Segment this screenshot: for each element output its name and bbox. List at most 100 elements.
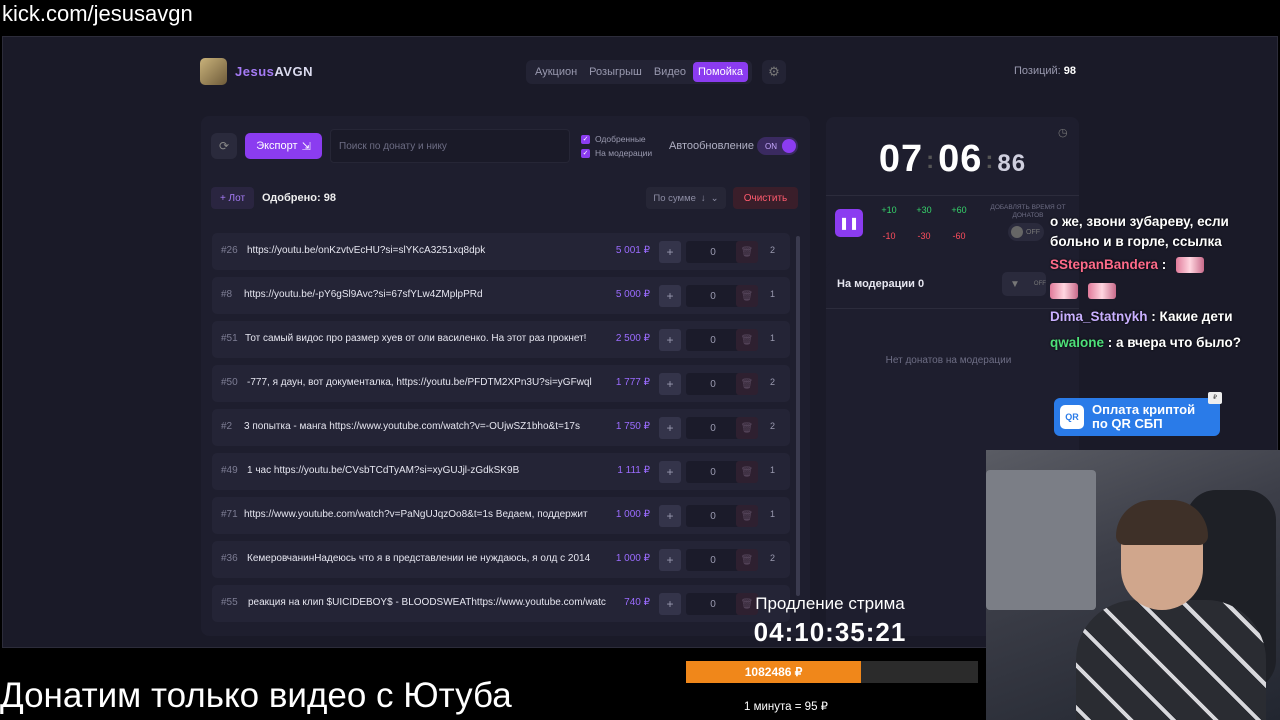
row-text: -777, я даун, вот документалка, https://… [247, 377, 592, 388]
trash-icon[interactable]: 🗑 [736, 241, 758, 263]
nav-trash[interactable]: Помойка [692, 62, 749, 82]
trash-icon[interactable]: 🗑 [736, 329, 758, 351]
quantity-field[interactable]: 0 [686, 329, 740, 351]
table-row[interactable]: #49 1 час https://youtu.be/CVsbTCdTyAM?si… [212, 453, 790, 490]
moderation-title: На модерации 0 [837, 278, 924, 290]
export-button[interactable]: Экспорт ⇲ [245, 133, 322, 159]
trash-icon[interactable]: 🗑 [736, 285, 758, 307]
badge-icon: ₽ [1208, 392, 1222, 404]
add-30-button[interactable]: +30 [911, 205, 937, 215]
row-count: 2 [770, 421, 776, 431]
autoupdate-state: ON [765, 141, 777, 151]
row-text: КемеровчанинНадеюсь что я в представлени… [247, 553, 591, 564]
brand-logo[interactable]: JesusAVGN [235, 64, 313, 79]
row-number: #2 [221, 421, 233, 432]
trash-icon[interactable]: 🗑 [736, 549, 758, 571]
filter-moderation-checkbox[interactable]: ✓ На модерации [581, 148, 652, 158]
table-row[interactable]: #26 https://youtu.be/onKzvtvEcHU?si=slYKc… [212, 233, 790, 270]
add-10-button[interactable]: +10 [876, 205, 902, 215]
prolong-label: Продление стрима [755, 594, 905, 613]
quantity-field[interactable]: 0 [686, 505, 740, 527]
qr-text: Оплата криптой по QR СБП [1092, 403, 1195, 431]
quantity-field[interactable]: 0 [686, 241, 740, 263]
chat-message: SStepanBandera : [1050, 252, 1280, 304]
row-text: https://youtu.be/-pY6gSl9Avc?si=67sfYLw4… [244, 289, 483, 300]
plus-button[interactable]: + [659, 417, 681, 439]
emote-icon [1176, 257, 1205, 274]
clear-button[interactable]: Очистить [733, 187, 798, 209]
sort-dropdown[interactable]: По сумме ↓ ⌄ [646, 187, 726, 209]
add-lot-button[interactable]: + Лот [211, 187, 254, 209]
nav-video[interactable]: Видео [649, 62, 691, 82]
add-time-toggle[interactable]: OFF [1008, 223, 1044, 241]
chat-text: а вчера что было? [1116, 335, 1241, 350]
filter-approved-checkbox[interactable]: ✓ Одобренные [581, 134, 646, 144]
chevron-down-icon: ⌄ [710, 192, 719, 204]
quantity-field[interactable]: 0 [686, 593, 740, 615]
table-row[interactable]: #36 КемеровчанинНадеюсь что я в представл… [212, 541, 790, 578]
qr-payment-widget: QR Оплата криптой по QR СБП ₽ [1054, 392, 1222, 436]
plus-button[interactable]: + [659, 505, 681, 527]
table-row[interactable]: #8 https://youtu.be/-pY6gSl9Avc?si=67sfYL… [212, 277, 790, 314]
trash-icon[interactable]: 🗑 [736, 373, 758, 395]
moderation-filter[interactable]: ▼ OFF [1002, 272, 1046, 296]
search-input[interactable] [330, 129, 570, 163]
history-icon[interactable]: ◷ [1058, 126, 1068, 139]
gear-icon[interactable]: ⚙ [762, 60, 786, 84]
plus-button[interactable]: + [659, 373, 681, 395]
table-row[interactable]: #71 https://www.youtube.com/watch?v=PaNgU… [212, 497, 790, 534]
prolong-timer: 04:10:35:21 [753, 617, 907, 647]
row-amount: 1 750 ₽ [615, 421, 650, 432]
sub-30-button[interactable]: -30 [911, 231, 937, 241]
pause-button[interactable]: ❚❚ [835, 209, 863, 237]
toggle-knob [1011, 226, 1023, 238]
trash-icon[interactable]: 🗑 [736, 505, 758, 527]
approved-count: Одобрено: 98 [262, 192, 336, 204]
quantity-field[interactable]: 0 [686, 461, 740, 483]
plus-button[interactable]: + [659, 549, 681, 571]
plus-button[interactable]: + [659, 593, 681, 615]
plus-button[interactable]: + [659, 461, 681, 483]
quantity-field[interactable]: 0 [686, 285, 740, 307]
quantity-field[interactable]: 0 [686, 373, 740, 395]
plus-button[interactable]: + [659, 241, 681, 263]
row-number: #71 [221, 509, 238, 520]
sub-60-button[interactable]: -60 [946, 231, 972, 241]
row-text: https://www.youtube.com/watch?v=PaNgUJqz… [244, 509, 588, 520]
table-row[interactable]: #51 Тот самый видос про размер хуев от ол… [212, 321, 790, 358]
scrollbar[interactable] [796, 236, 800, 596]
quantity-field[interactable]: 0 [686, 417, 740, 439]
sub-10-button[interactable]: -10 [876, 231, 902, 241]
background-bed [986, 470, 1096, 610]
pause-icon: ❚❚ [838, 216, 860, 230]
filter-approved-label: Одобренные [595, 134, 646, 144]
moderation-empty: Нет донатов на модерации [885, 355, 1012, 366]
row-amount: 2 500 ₽ [615, 333, 650, 344]
qr-line2: по QR СБП [1092, 416, 1163, 431]
brand-part-a: Jesus [235, 64, 275, 79]
refresh-icon[interactable]: ⟳ [211, 133, 237, 159]
table-row[interactable]: #2 3 попытка - манга https://www.youtube.… [212, 409, 790, 446]
row-count: 2 [770, 553, 776, 563]
row-text: 1 час https://youtu.be/CVsbTCdTyAM?si=xy… [247, 465, 520, 476]
quantity-field[interactable]: 0 [686, 549, 740, 571]
qr-icon: QR [1060, 405, 1084, 429]
add-60-button[interactable]: +60 [946, 205, 972, 215]
chat-username: SStepanBandera [1050, 257, 1159, 272]
timer-separator: : [985, 146, 995, 174]
plus-button[interactable]: + [659, 329, 681, 351]
table-row[interactable]: #50 -777, я даун, вот документалка, https… [212, 365, 790, 402]
row-amount: 5 000 ₽ [615, 289, 650, 300]
moderation-title-text: На модерации [837, 278, 915, 290]
nav-giveaway[interactable]: Розыгрыш [584, 62, 647, 82]
plus-button[interactable]: + [659, 285, 681, 307]
trash-icon[interactable]: 🗑 [736, 417, 758, 439]
row-amount: 740 ₽ [624, 597, 650, 608]
table-row[interactable]: #55 реакция на клип $UICIDEBOY$ - BLOODSW… [212, 585, 790, 622]
progress-value: 1082486 ₽ [744, 665, 803, 679]
row-amount: 1 777 ₽ [615, 377, 650, 388]
nav-auction[interactable]: Аукцион [530, 62, 582, 82]
trash-icon[interactable]: 🗑 [736, 461, 758, 483]
autoupdate-toggle[interactable]: ON [757, 137, 798, 155]
row-count: 1 [770, 333, 776, 343]
